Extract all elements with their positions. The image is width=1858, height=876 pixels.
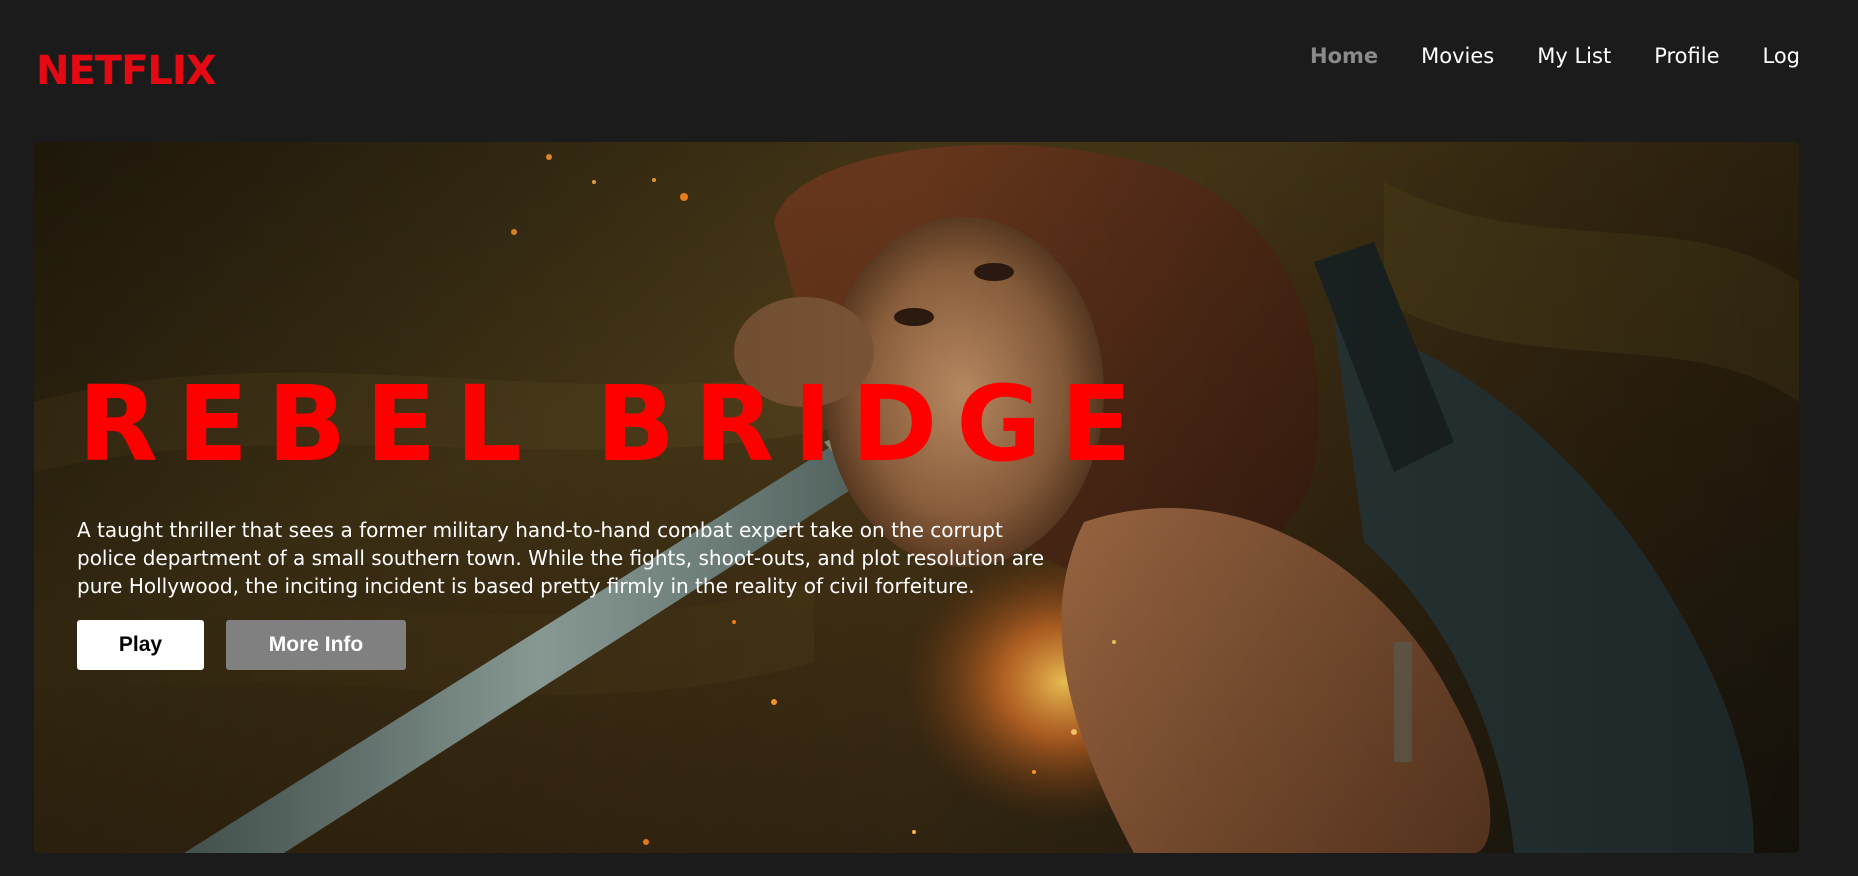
play-button[interactable]: Play	[77, 620, 204, 670]
netflix-logo[interactable]: NETFLIX	[36, 48, 217, 94]
hero-background-image	[34, 142, 1799, 853]
nav-item-home[interactable]: Home	[1310, 44, 1378, 68]
hero-title: REBEL BRIDGE	[78, 363, 1151, 485]
hero-banner: REBEL BRIDGE A taught thriller that sees…	[34, 142, 1799, 853]
nav-item-movies[interactable]: Movies	[1421, 44, 1494, 68]
nav-item-profile[interactable]: Profile	[1654, 44, 1719, 68]
hero-description: A taught thriller that sees a former mil…	[77, 518, 1045, 598]
main-nav: Home Movies My List Profile Log	[1310, 44, 1800, 68]
top-header: NETFLIX Home Movies My List Profile Log	[0, 0, 1858, 140]
nav-item-my-list[interactable]: My List	[1537, 44, 1611, 68]
nav-item-log[interactable]: Log	[1762, 44, 1800, 68]
more-info-button[interactable]: More Info	[226, 620, 406, 670]
